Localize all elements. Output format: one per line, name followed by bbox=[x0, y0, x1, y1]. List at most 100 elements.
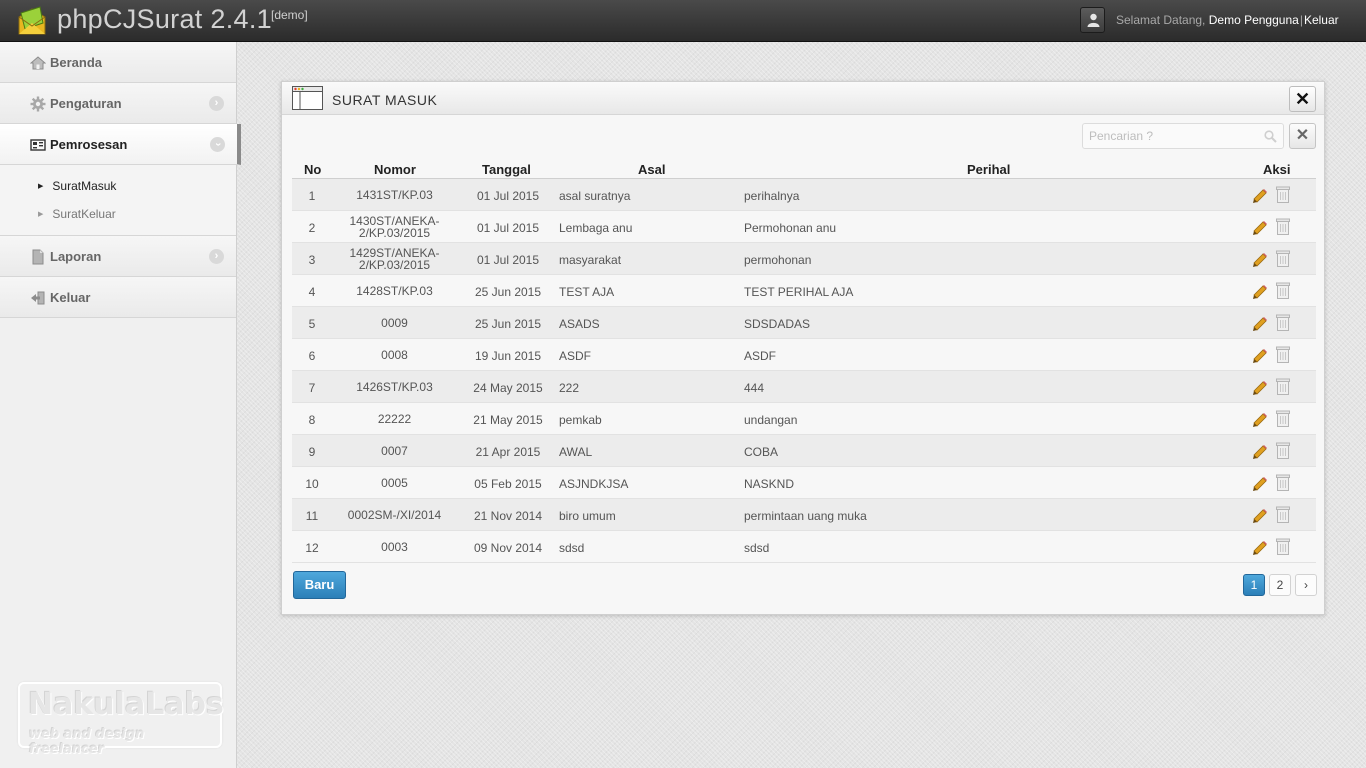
trash-icon[interactable] bbox=[1276, 378, 1290, 395]
table-row: 3 1429ST/ANEKA- 2/KP.03/2015 01 Jul 2015 mas… bbox=[292, 243, 1316, 275]
edit-pencil-icon[interactable] bbox=[1252, 252, 1268, 268]
cell-nomor: 0005 bbox=[381, 476, 408, 490]
trash-icon[interactable] bbox=[1276, 314, 1290, 331]
user-avatar[interactable] bbox=[1080, 7, 1105, 33]
cell-no: 1 bbox=[308, 189, 316, 203]
cell-asal: masyarakat bbox=[559, 253, 622, 267]
sidebar-item-laporan[interactable]: Laporan › bbox=[0, 236, 236, 277]
column-header-nomor[interactable]: Nomor bbox=[374, 162, 416, 177]
logout-link[interactable]: Keluar bbox=[1304, 13, 1339, 27]
cell-nomor: 0008 bbox=[381, 348, 408, 362]
trash-icon[interactable] bbox=[1276, 410, 1290, 427]
user-name-link[interactable]: Demo Pengguna bbox=[1209, 13, 1299, 27]
cell-asal: TEST AJA bbox=[559, 285, 615, 299]
table-row: 12 0003 09 Nov 2014 sdsd sdsd bbox=[292, 531, 1316, 563]
cell-tanggal: 25 Jun 2015 bbox=[474, 317, 542, 331]
cell-no: 5 bbox=[308, 317, 316, 331]
sidebar-item-pemrosesan[interactable]: Pemrosesan › bbox=[0, 124, 241, 165]
edit-pencil-icon[interactable] bbox=[1252, 508, 1268, 524]
next-page-button[interactable]: › bbox=[1295, 574, 1317, 596]
column-header-asal[interactable]: Asal bbox=[638, 162, 665, 177]
logout-icon bbox=[31, 291, 45, 305]
edit-pencil-icon[interactable] bbox=[1252, 380, 1268, 396]
trash-icon[interactable] bbox=[1276, 346, 1290, 363]
clear-search-button[interactable]: ✕ bbox=[1289, 123, 1316, 149]
trash-icon[interactable] bbox=[1276, 250, 1290, 267]
edit-pencil-icon[interactable] bbox=[1252, 316, 1268, 332]
cell-nomor: 1428ST/KP.03 bbox=[356, 284, 433, 298]
edit-pencil-icon[interactable] bbox=[1252, 220, 1268, 236]
cell-perihal: undangan bbox=[744, 413, 798, 427]
cell-no: 2 bbox=[308, 221, 316, 235]
cell-asal: asal suratnya bbox=[559, 189, 631, 203]
sidebar-item-beranda[interactable]: Beranda bbox=[0, 42, 236, 83]
edit-pencil-icon[interactable] bbox=[1252, 540, 1268, 556]
welcome-label: Selamat Datang, bbox=[1116, 13, 1206, 27]
submenu-label: SuratKeluar bbox=[52, 207, 116, 221]
column-header-aksi: Aksi bbox=[1263, 162, 1291, 177]
top-bar: phpCJSurat 2.4.1 [demo] Selamat Datang, … bbox=[0, 0, 1366, 42]
page-1-button[interactable]: 1 bbox=[1243, 574, 1265, 596]
sidebar-item-label: Beranda bbox=[50, 55, 103, 70]
table-body: 1 1431ST/KP.03 01 Jul 2015 asal suratnya per… bbox=[292, 179, 1316, 563]
cell-perihal: SDSDADAS bbox=[744, 317, 811, 331]
submenu-pemrosesan: ▶ SuratMasuk ▶ SuratKeluar bbox=[0, 165, 236, 236]
table-row: 9 0007 21 Apr 2015 AWAL COBA bbox=[292, 435, 1316, 467]
trash-icon[interactable] bbox=[1276, 442, 1290, 459]
column-header-no[interactable]: No bbox=[304, 162, 321, 177]
app-title: phpCJSurat 2.4.1 bbox=[57, 4, 272, 34]
edit-pencil-icon[interactable] bbox=[1252, 188, 1268, 204]
cell-tanggal: 21 Nov 2014 bbox=[473, 509, 543, 523]
app-tag: [demo] bbox=[271, 8, 308, 22]
cell-tanggal: 05 Feb 2015 bbox=[474, 477, 542, 491]
sidebar-item-label: Keluar bbox=[50, 290, 91, 305]
trash-icon[interactable] bbox=[1276, 506, 1290, 523]
cell-asal: 222 bbox=[559, 381, 580, 395]
page-2-button[interactable]: 2 bbox=[1269, 574, 1291, 596]
trash-icon[interactable] bbox=[1276, 474, 1290, 491]
gear-icon bbox=[30, 96, 46, 112]
trash-icon[interactable] bbox=[1276, 186, 1290, 203]
cell-asal: Lembaga anu bbox=[559, 221, 633, 235]
column-header-perihal[interactable]: Perihal bbox=[967, 162, 1010, 177]
chevron-right-icon: › bbox=[209, 96, 224, 111]
sidebar-item-pengaturan[interactable]: Pengaturan › bbox=[0, 83, 236, 124]
cell-tanggal: 01 Jul 2015 bbox=[476, 189, 540, 203]
cell-tanggal: 21 May 2015 bbox=[473, 413, 543, 427]
edit-pencil-icon[interactable] bbox=[1252, 444, 1268, 460]
trash-icon[interactable] bbox=[1276, 218, 1290, 235]
cell-perihal: sdsd bbox=[744, 541, 770, 555]
sidebar-item-label: Pengaturan bbox=[50, 96, 122, 111]
cell-tanggal: 09 Nov 2014 bbox=[473, 541, 543, 555]
edit-pencil-icon[interactable] bbox=[1252, 348, 1268, 364]
submenu-item-suratkeluar[interactable]: ▶ SuratKeluar bbox=[38, 207, 116, 221]
cell-nomor: 1426ST/KP.03 bbox=[356, 380, 433, 394]
edit-pencil-icon[interactable] bbox=[1252, 412, 1268, 428]
search-input[interactable] bbox=[1083, 124, 1253, 148]
cell-no: 6 bbox=[308, 349, 316, 363]
trash-icon[interactable] bbox=[1276, 282, 1290, 299]
edit-pencil-icon[interactable] bbox=[1252, 476, 1268, 492]
close-panel-button[interactable]: ✕ bbox=[1289, 86, 1316, 112]
sidebar-item-label: Laporan bbox=[50, 249, 102, 264]
table-row: 5 0009 25 Jun 2015 ASADS SDSDADAS bbox=[292, 307, 1316, 339]
column-header-tanggal[interactable]: Tanggal bbox=[482, 162, 531, 177]
edit-pencil-icon[interactable] bbox=[1252, 284, 1268, 300]
cell-tanggal: 01 Jul 2015 bbox=[476, 221, 540, 235]
document-icon bbox=[32, 249, 44, 265]
cell-no: 12 bbox=[305, 541, 319, 555]
cell-tanggal: 21 Apr 2015 bbox=[475, 445, 541, 459]
new-button[interactable]: Baru bbox=[293, 571, 346, 599]
cell-nomor: 1431ST/KP.03 bbox=[356, 188, 433, 202]
cell-no: 11 bbox=[305, 509, 319, 523]
cell-nomor: 0003 bbox=[381, 540, 408, 554]
surat-table: No Nomor Tanggal Asal Perihal Aksi 1 1431… bbox=[292, 160, 1316, 563]
brand-name: NakulaLabs bbox=[28, 687, 224, 722]
table-row: 7 1426ST/KP.03 24 May 2015 222 444 bbox=[292, 371, 1316, 403]
cell-tanggal: 19 Jun 2015 bbox=[474, 349, 542, 363]
cell-nomor-line: 2/KP.03/2015 bbox=[358, 226, 431, 240]
sidebar-item-keluar[interactable]: Keluar bbox=[0, 277, 236, 318]
trash-icon[interactable] bbox=[1276, 538, 1290, 555]
welcome-text: Selamat Datang, Demo Pengguna|Keluar bbox=[1116, 13, 1339, 27]
submenu-item-suratmasuk[interactable]: ▶ SuratMasuk bbox=[38, 179, 116, 193]
